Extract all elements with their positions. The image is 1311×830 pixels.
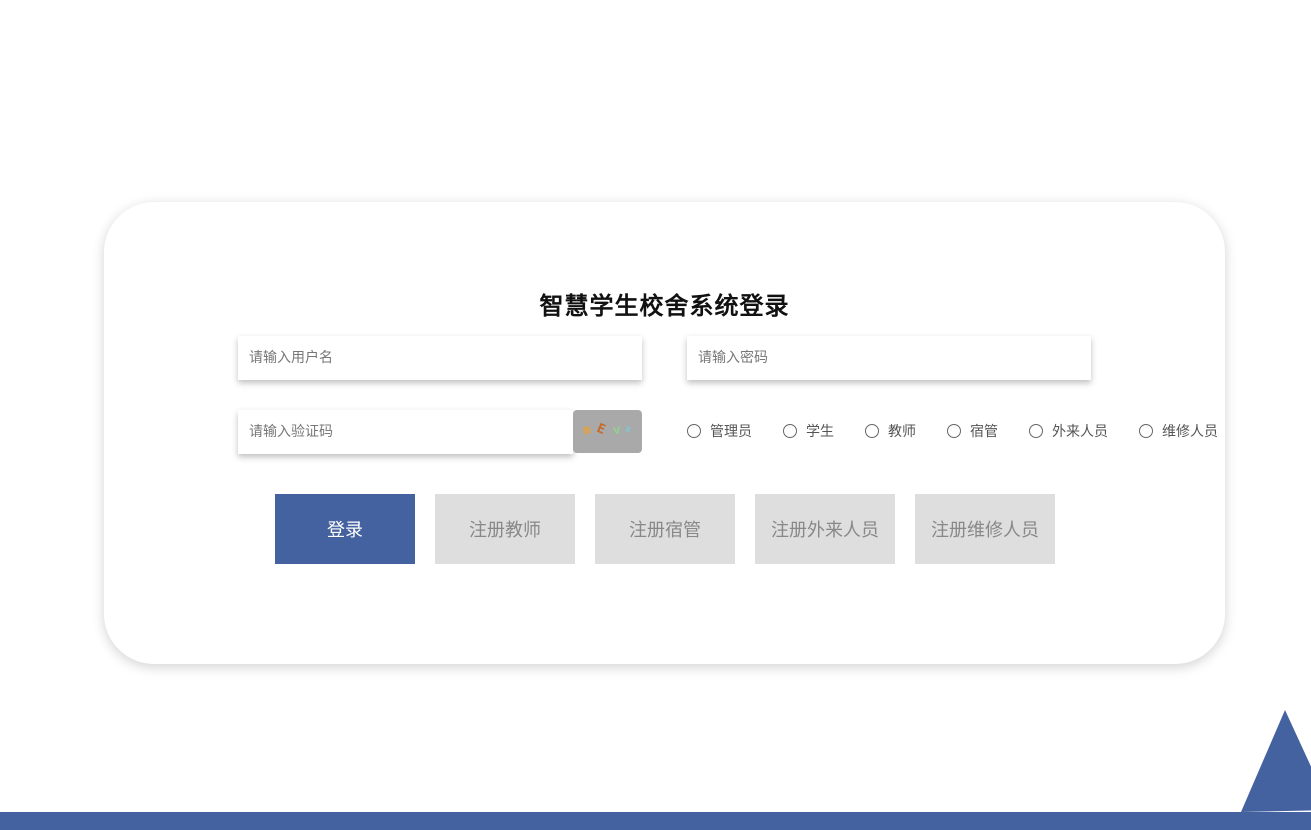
captcha-char: v [611, 422, 623, 439]
radio-icon[interactable] [1139, 424, 1153, 438]
register-teacher-button[interactable]: 注册教师 [435, 494, 575, 564]
role-label: 宿管 [970, 424, 998, 440]
role-option-visitor[interactable]: 外来人员 [1029, 421, 1139, 441]
captcha-input[interactable] [238, 410, 573, 454]
role-label: 教师 [888, 424, 916, 440]
role-label: 维修人员 [1162, 424, 1218, 440]
role-option-student[interactable]: 学生 [783, 421, 865, 441]
radio-icon[interactable] [947, 424, 961, 438]
radio-icon[interactable] [865, 424, 879, 438]
role-option-dorm-manager[interactable]: 宿管 [947, 421, 1029, 441]
role-label: 外来人员 [1052, 424, 1108, 440]
captcha-char: x [623, 423, 633, 436]
radio-icon[interactable] [687, 424, 701, 438]
role-option-admin[interactable]: 管理员 [687, 421, 783, 441]
register-maintenance-button[interactable]: 注册维修人员 [915, 494, 1055, 564]
captcha-char: m [580, 422, 593, 439]
radio-icon[interactable] [1029, 424, 1043, 438]
login-card: 智慧学生校舍系统登录 m E v x 管理员 学生 教师 宿管 外来人员 [104, 202, 1225, 664]
captcha-image[interactable]: m E v x [573, 410, 642, 453]
role-label: 管理员 [710, 424, 752, 440]
captcha-char: E [594, 421, 608, 438]
role-option-maintenance[interactable]: 维修人员 [1139, 421, 1221, 441]
username-input[interactable] [238, 336, 642, 380]
role-selector: 管理员 学生 教师 宿管 外来人员 维修人员 [687, 420, 1221, 442]
decorative-triangle [1241, 710, 1311, 812]
role-label: 学生 [806, 424, 834, 440]
login-button[interactable]: 登录 [275, 494, 415, 564]
page-title: 智慧学生校舍系统登录 [539, 291, 790, 320]
register-dorm-manager-button[interactable]: 注册宿管 [595, 494, 735, 564]
role-option-teacher[interactable]: 教师 [865, 421, 947, 441]
register-visitor-button[interactable]: 注册外来人员 [755, 494, 895, 564]
bottom-bar [0, 812, 1311, 830]
password-input[interactable] [687, 336, 1091, 380]
radio-icon[interactable] [783, 424, 797, 438]
